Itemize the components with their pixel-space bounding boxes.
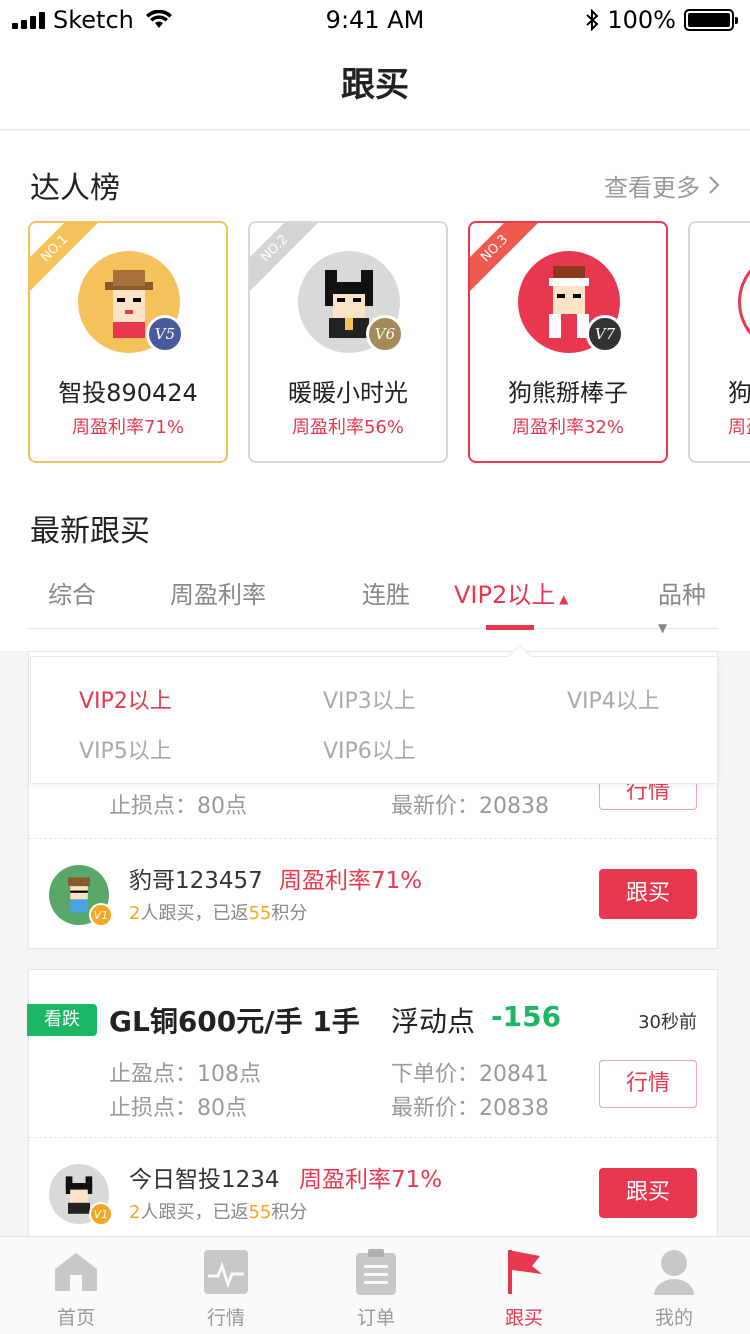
leader-rate: 周盈 bbox=[728, 417, 750, 438]
tab-label: 订单 bbox=[356, 1307, 395, 1329]
leader-card[interactable]: NO.2 V6 暖暖小时光 周盈利率56% bbox=[248, 221, 448, 463]
tab-overall[interactable]: 综合 bbox=[48, 575, 96, 610]
tab-weekly-rate[interactable]: 周盈利率 bbox=[170, 575, 266, 610]
caret-up-icon: ▲ bbox=[555, 592, 569, 606]
flag-icon bbox=[501, 1249, 547, 1295]
tab-category-label: 品种 bbox=[658, 581, 706, 609]
follow-button[interactable]: 跟买 bbox=[599, 1168, 697, 1218]
take-profit: 止盈点：108点 bbox=[109, 1062, 261, 1087]
leader-name: 狗 bbox=[728, 379, 750, 407]
leaderboard-carousel[interactable]: NO.1 V5 智投890424 周盈利率71% NO.2 V6 暖暖小时光 周… bbox=[28, 221, 750, 463]
nav-bar: 跟买 bbox=[0, 40, 750, 130]
chart-icon bbox=[203, 1249, 249, 1295]
tab-label: 首页 bbox=[56, 1307, 95, 1329]
vip-option[interactable]: VIP5以上 bbox=[79, 733, 172, 765]
follow-text: 人跟买，已返 bbox=[140, 1202, 249, 1223]
tab-label: 跟买 bbox=[504, 1307, 543, 1329]
latest-price: 最新价：20838 bbox=[391, 794, 549, 819]
filter-tabs: 综合 周盈利率 连胜 VIP2以上 ▲ 品种 ▼ bbox=[28, 561, 718, 635]
follower-count: 2 bbox=[129, 903, 141, 924]
quote-button[interactable]: 行情 bbox=[599, 1060, 697, 1108]
tab-label: 我的 bbox=[654, 1307, 693, 1329]
tab-vip-label: VIP2以上 bbox=[454, 581, 556, 609]
main-panel: 达人榜 查看更多 NO.1 V5 智投890424 周盈利率71% NO.2 V… bbox=[0, 131, 750, 651]
avatar bbox=[738, 251, 750, 353]
leader-card[interactable]: NO.3 V7 狗熊掰棒子 周盈利率32% bbox=[468, 221, 668, 463]
level-badge: V1 bbox=[89, 903, 113, 927]
user-avatar: V1 bbox=[49, 865, 113, 927]
latest-price: 最新价：20838 bbox=[391, 1096, 549, 1121]
points-value: 55 bbox=[248, 1202, 272, 1223]
stop-loss: 止损点：80点 bbox=[109, 1096, 247, 1121]
level-badge: V1 bbox=[89, 1202, 113, 1226]
level-badge: V6 bbox=[366, 315, 404, 353]
bottom-tab-bar: 首页 行情 订单 跟买 我的 bbox=[0, 1236, 750, 1334]
float-label: 浮动点 bbox=[391, 1005, 476, 1038]
points-unit: 积分 bbox=[271, 903, 308, 924]
user-rate: 周盈利率71% bbox=[279, 868, 423, 894]
page-title: 跟买 bbox=[341, 65, 409, 105]
latest-follow-title: 最新跟买 bbox=[30, 514, 150, 549]
chevron-right-icon bbox=[709, 176, 720, 194]
tab-vip[interactable]: VIP2以上 ▲ bbox=[454, 575, 568, 610]
status-bar: Sketch 9:41 AM 100% bbox=[0, 0, 750, 40]
user-icon bbox=[651, 1249, 697, 1295]
follow-button[interactable]: 跟买 bbox=[599, 869, 697, 919]
points-unit: 积分 bbox=[271, 1202, 308, 1223]
stop-loss: 止损点：80点 bbox=[109, 794, 247, 819]
leader-name: 狗熊掰棒子 bbox=[508, 379, 628, 407]
bluetooth-icon bbox=[586, 9, 599, 31]
order-price: 下单价：20841 bbox=[391, 1062, 549, 1087]
vip-option[interactable]: VIP4以上 bbox=[567, 683, 660, 715]
vip-option[interactable]: VIP3以上 bbox=[323, 683, 416, 715]
tab-label: 行情 bbox=[206, 1307, 245, 1329]
leaderboard-title: 达人榜 bbox=[30, 171, 120, 206]
vip-filter-dropdown: VIP2以上 VIP3以上 VIP4以上 VIP5以上 VIP6以上 bbox=[30, 656, 718, 784]
tab-category[interactable]: 品种 ▼ bbox=[658, 575, 718, 638]
tab-home[interactable]: 首页 bbox=[26, 1249, 126, 1330]
timestamp: 30秒前 bbox=[638, 1012, 697, 1033]
tab-follow[interactable]: 跟买 bbox=[474, 1249, 574, 1330]
tab-streak[interactable]: 连胜 bbox=[362, 575, 410, 610]
vip-option[interactable]: VIP2以上 bbox=[79, 683, 172, 715]
leader-rate: 周盈利率32% bbox=[511, 417, 624, 438]
leaderboard-header: 达人榜 查看更多 bbox=[30, 163, 720, 207]
leader-rate: 周盈利率56% bbox=[291, 417, 404, 438]
user-name: 今日智投1234 bbox=[129, 1167, 280, 1193]
level-badge: V5 bbox=[146, 315, 184, 353]
active-tab-indicator bbox=[486, 625, 534, 630]
level-badge: V7 bbox=[586, 315, 624, 353]
leader-name: 智投890424 bbox=[58, 379, 198, 407]
tab-profile[interactable]: 我的 bbox=[624, 1249, 724, 1330]
view-more-label: 查看更多 bbox=[604, 173, 700, 202]
clipboard-icon bbox=[353, 1249, 399, 1295]
float-value: -156 bbox=[491, 1000, 562, 1033]
user-name: 豹哥123457 bbox=[129, 868, 263, 894]
battery-percent: 100% bbox=[607, 6, 676, 34]
follow-info: 2人跟买，已返55积分 bbox=[129, 899, 307, 925]
direction-badge: 看跌 bbox=[27, 1004, 97, 1036]
leader-rate: 周盈利率71% bbox=[71, 417, 184, 438]
leader-name: 暖暖小时光 bbox=[288, 379, 408, 407]
product-name: GL铜600元/手 1手 bbox=[109, 1005, 360, 1038]
points-value: 55 bbox=[248, 903, 272, 924]
tab-orders[interactable]: 订单 bbox=[326, 1249, 426, 1330]
view-more-link[interactable]: 查看更多 bbox=[604, 168, 720, 203]
caret-down-icon: ▼ bbox=[658, 621, 668, 635]
leader-card[interactable]: 狗 周盈 bbox=[688, 221, 750, 463]
leader-card[interactable]: NO.1 V5 智投890424 周盈利率71% bbox=[28, 221, 228, 463]
trade-card[interactable]: 看跌 GL铜600元/手 1手 浮动点 -156 30秒前 止盈点：108点 止… bbox=[27, 969, 718, 1269]
vip-option[interactable]: VIP6以上 bbox=[323, 733, 416, 765]
follow-text: 人跟买，已返 bbox=[140, 903, 249, 924]
home-icon bbox=[53, 1249, 99, 1295]
battery-icon bbox=[684, 9, 738, 31]
user-avatar: V1 bbox=[49, 1164, 113, 1226]
follow-info: 2人跟买，已返55积分 bbox=[129, 1198, 307, 1224]
user-rate: 周盈利率71% bbox=[299, 1167, 443, 1193]
follower-count: 2 bbox=[129, 1202, 141, 1223]
tab-market[interactable]: 行情 bbox=[176, 1249, 276, 1330]
